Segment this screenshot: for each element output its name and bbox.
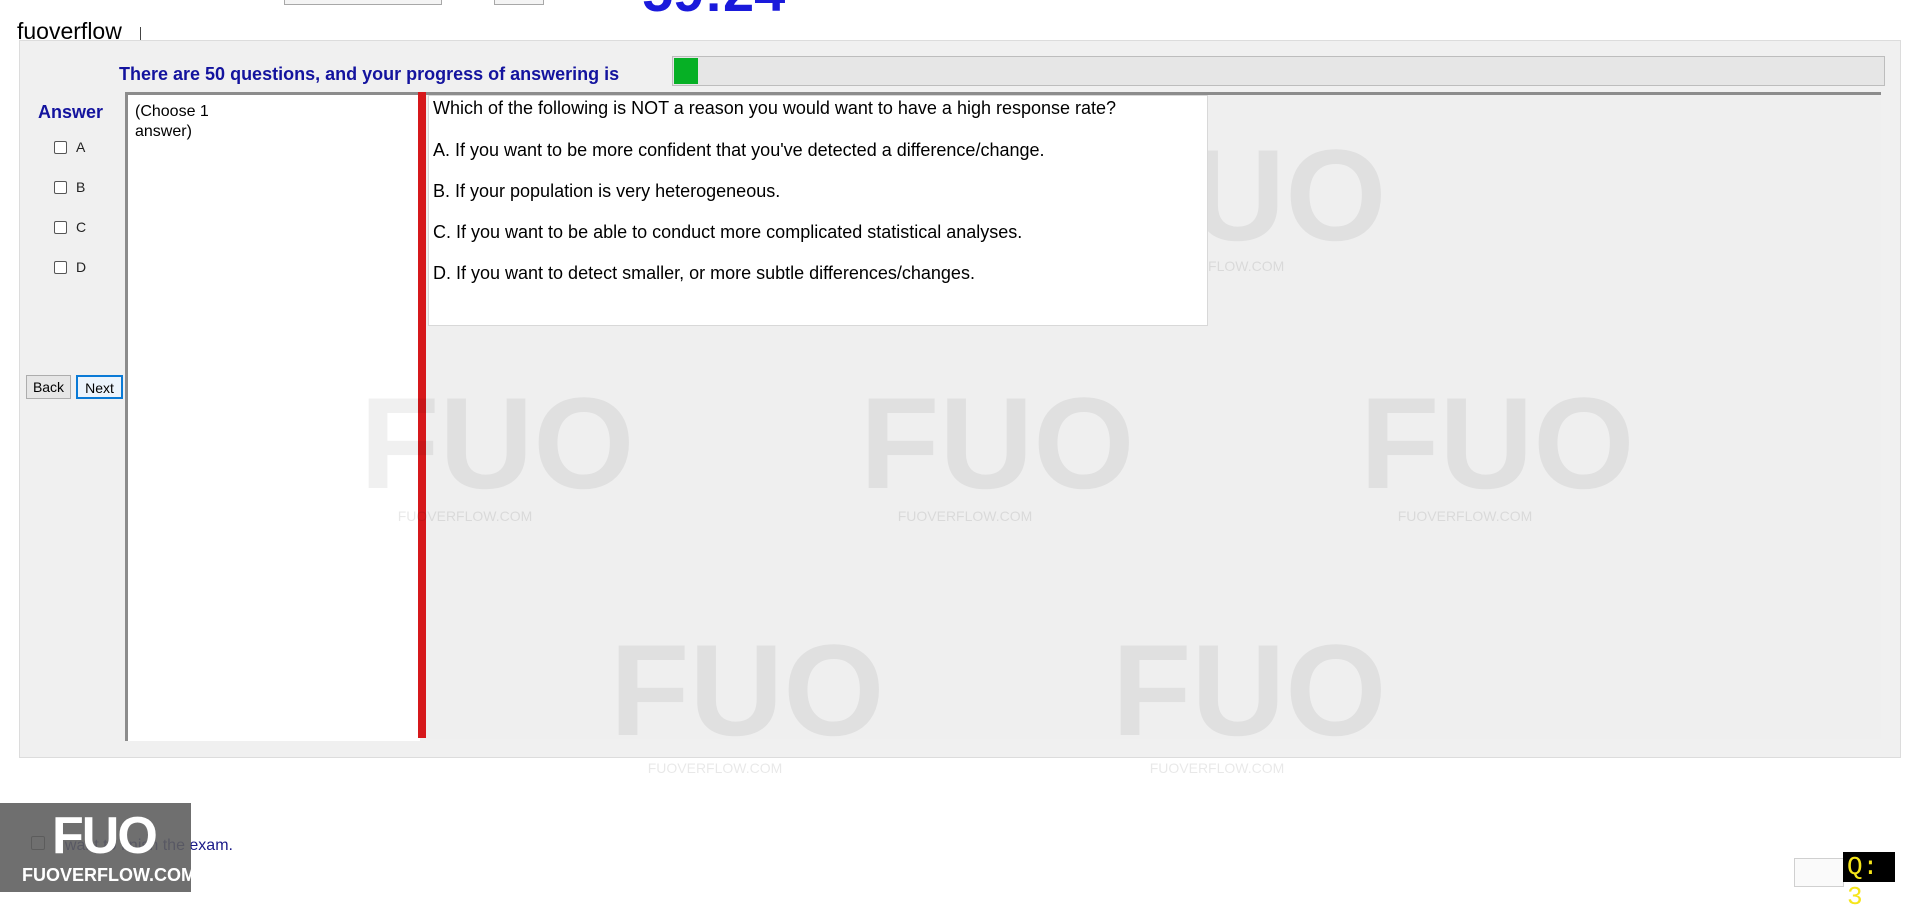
bottom-control-fragment <box>1794 858 1844 887</box>
answer-option-b[interactable]: B <box>54 178 85 196</box>
question-counter: Q: 3 <box>1843 852 1895 912</box>
checkbox-c[interactable] <box>54 220 67 234</box>
checkbox-a[interactable] <box>54 140 67 154</box>
top-input-fragment <box>284 0 442 5</box>
next-button[interactable]: Next <box>76 375 123 399</box>
progress-bar-fill <box>674 58 698 84</box>
answer-option-c[interactable]: C <box>54 218 86 236</box>
answer-option-a[interactable]: A <box>54 138 85 156</box>
top-control-fragment <box>494 0 544 5</box>
answer-option-label: B <box>76 179 86 195</box>
question-choice-a: A. If you want to be more confident that… <box>433 140 1045 160</box>
choose-hint: (Choose 1 answer) <box>135 103 209 140</box>
answer-option-label: D <box>76 259 87 275</box>
progress-bar <box>672 56 1885 86</box>
question-choice-b: B. If your population is very heterogene… <box>433 181 781 201</box>
checkbox-d[interactable] <box>54 260 67 274</box>
choose-hint-box <box>125 92 420 741</box>
watermark-site: FUOVERFLOW.COM <box>647 760 783 776</box>
question-text: Which of the following is NOT a reason y… <box>433 98 1117 118</box>
answer-title: Answer <box>38 102 104 122</box>
exam-timer: 59:24 <box>642 0 785 20</box>
checkbox-b[interactable] <box>54 180 67 194</box>
question-choice-c: C. If you want to be able to conduct mor… <box>433 222 1023 242</box>
question-choice-d: D. If you want to detect smaller, or mor… <box>433 263 975 283</box>
splitter-bar[interactable] <box>418 92 426 738</box>
back-button[interactable]: Back <box>26 375 71 399</box>
logo-site-name: FUOVERFLOW.COM <box>22 865 196 885</box>
answer-option-d[interactable]: D <box>54 258 86 276</box>
progress-label: There are 50 questions, and your progres… <box>119 64 620 84</box>
question-box <box>428 95 1208 326</box>
watermark-site: FUOVERFLOW.COM <box>1149 760 1285 776</box>
answer-option-label: A <box>76 139 86 155</box>
logo-mark: FUO <box>52 807 158 865</box>
answer-option-label: C <box>76 219 87 235</box>
